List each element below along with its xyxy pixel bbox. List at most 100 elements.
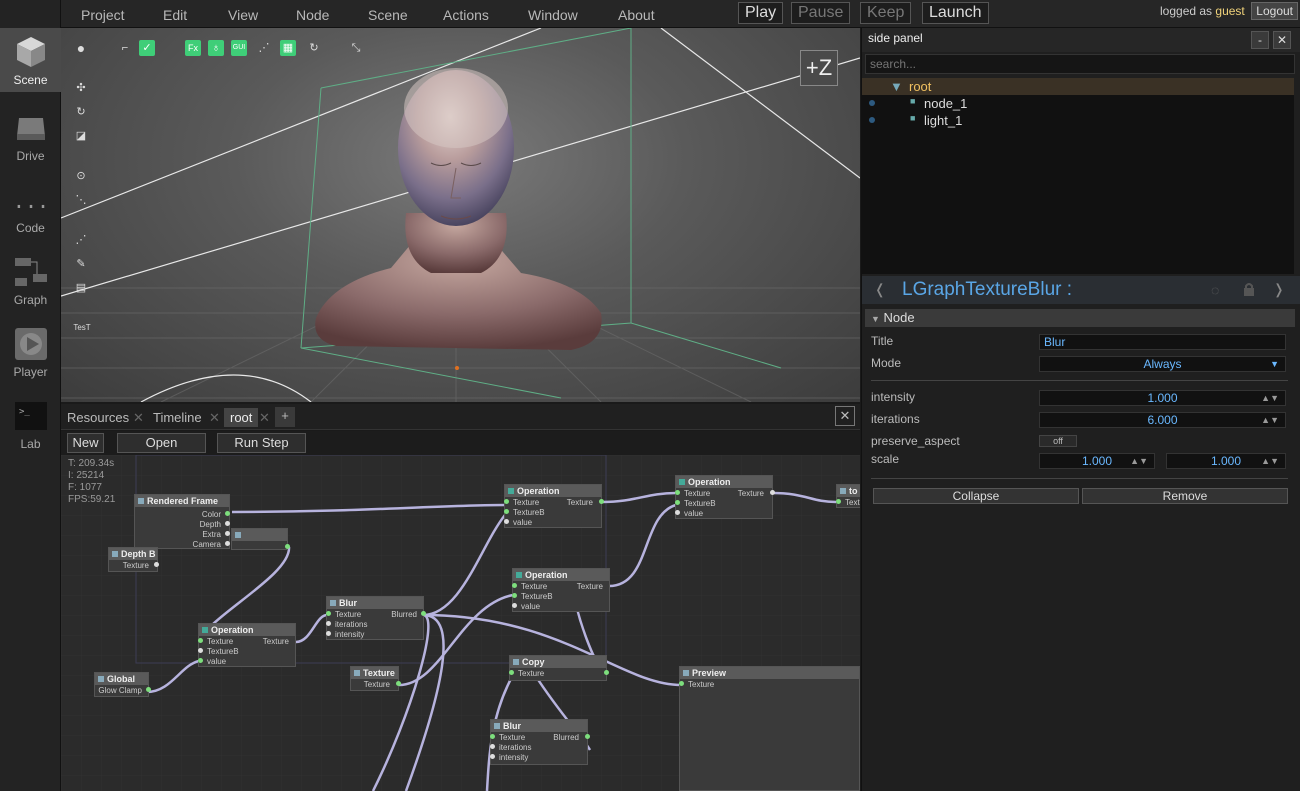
tree-item-node-1[interactable]: ■ node_1 bbox=[862, 95, 1294, 112]
run-step-button[interactable]: Run Step bbox=[217, 433, 306, 453]
graph-node-to[interactable]: to Text bbox=[836, 484, 860, 508]
add-tab-button[interactable]: + bbox=[275, 407, 295, 427]
input-slot-dot[interactable] bbox=[198, 648, 203, 653]
axis-tool-icon[interactable]: ⌐ bbox=[117, 40, 133, 56]
tab-timeline[interactable]: Timeline bbox=[153, 410, 202, 425]
preserve-aspect-toggle[interactable]: off bbox=[1039, 435, 1077, 447]
graph-link-icon[interactable]: ⋰ bbox=[256, 40, 272, 56]
graph-node-operation[interactable]: Operation Texture TextureB value Texture bbox=[198, 623, 296, 667]
gui-toggle-icon[interactable]: GUI bbox=[231, 40, 247, 56]
graph-node-unnamed[interactable] bbox=[231, 528, 290, 550]
output-slot-dot[interactable] bbox=[396, 681, 401, 686]
menu-node[interactable]: Node bbox=[296, 7, 329, 23]
new-button[interactable]: New bbox=[67, 433, 104, 453]
input-slot-dot[interactable] bbox=[490, 754, 495, 759]
graph-node-blur[interactable]: Blur Texture iterations intensity Blurre… bbox=[490, 719, 590, 765]
input-slot-dot[interactable] bbox=[326, 611, 331, 616]
visibility-dot-icon[interactable] bbox=[869, 117, 875, 123]
pause-button[interactable]: Pause bbox=[791, 2, 851, 24]
menu-actions[interactable]: Actions bbox=[443, 7, 489, 23]
graph-node-copy[interactable]: Copy Texture bbox=[509, 655, 609, 681]
prev-arrow-icon[interactable]: ❬ bbox=[874, 281, 886, 298]
close-panel-button[interactable]: ✕ bbox=[835, 406, 855, 426]
nav-scene[interactable]: Scene bbox=[0, 28, 61, 92]
select-tool-icon[interactable]: ● bbox=[73, 40, 89, 56]
remove-button[interactable]: Remove bbox=[1082, 488, 1288, 504]
output-slot-dot[interactable] bbox=[599, 499, 604, 504]
nav-code[interactable]: {...} Code bbox=[0, 176, 61, 240]
tab-resources[interactable]: Resources bbox=[67, 410, 129, 425]
test-tool[interactable]: TesT bbox=[71, 320, 93, 336]
stepper-arrows-icon[interactable]: ▲▼ bbox=[1261, 413, 1279, 427]
input-slot-dot[interactable] bbox=[504, 509, 509, 514]
collapse-icon[interactable]: ⤡ bbox=[348, 40, 364, 56]
menu-about[interactable]: About bbox=[618, 7, 655, 23]
measure-tool-icon[interactable]: ⋰ bbox=[73, 232, 89, 248]
output-slot-dot[interactable] bbox=[604, 670, 609, 675]
stepper-arrows-icon[interactable]: ▲▼ bbox=[1261, 454, 1279, 468]
scale-y-field[interactable]: 1.000 ▲▼ bbox=[1166, 453, 1286, 469]
collapse-button[interactable]: Collapse bbox=[873, 488, 1079, 504]
document-tool-icon[interactable]: ▤ bbox=[73, 280, 89, 296]
menu-window[interactable]: Window bbox=[528, 7, 578, 23]
input-slot-dot[interactable] bbox=[512, 593, 517, 598]
output-slot-dot[interactable] bbox=[285, 544, 290, 549]
rotate-tool-icon[interactable]: ↻ bbox=[73, 104, 89, 120]
launch-button[interactable]: Launch bbox=[922, 2, 989, 24]
graph-node-operation[interactable]: Operation Texture TextureB value Texture bbox=[675, 475, 775, 519]
close-icon[interactable]: ✕ bbox=[259, 410, 270, 426]
output-slot-dot[interactable] bbox=[225, 541, 230, 546]
input-slot-dot[interactable] bbox=[198, 658, 203, 663]
menu-view[interactable]: View bbox=[228, 7, 258, 23]
lock-icon[interactable] bbox=[1243, 282, 1255, 297]
minimize-button[interactable]: - bbox=[1251, 31, 1269, 49]
stepper-arrows-icon[interactable]: ▲▼ bbox=[1261, 391, 1279, 405]
output-slot-dot[interactable] bbox=[585, 734, 590, 739]
scale-tool-icon[interactable]: ◪ bbox=[73, 128, 89, 144]
move-tool-icon[interactable]: ✣ bbox=[73, 80, 89, 96]
input-slot-dot[interactable] bbox=[490, 734, 495, 739]
refresh-icon[interactable]: ↻ bbox=[306, 40, 322, 56]
output-slot-dot[interactable] bbox=[770, 490, 775, 495]
menu-edit[interactable]: Edit bbox=[163, 7, 187, 23]
stepper-arrows-icon[interactable]: ▲▼ bbox=[1130, 454, 1148, 468]
input-slot-dot[interactable] bbox=[675, 510, 680, 515]
input-slot-dot[interactable] bbox=[326, 631, 331, 636]
graph-canvas[interactable]: T: 209.34s I: 25214 F: 1077 FPS:59.21 Re… bbox=[61, 455, 860, 791]
next-arrow-icon[interactable]: ❭ bbox=[1273, 281, 1285, 298]
output-slot-dot[interactable] bbox=[154, 562, 159, 567]
input-slot-dot[interactable] bbox=[326, 621, 331, 626]
output-slot-dot[interactable] bbox=[421, 611, 426, 616]
output-slot-dot[interactable] bbox=[225, 521, 230, 526]
close-button[interactable]: ✕ bbox=[1273, 31, 1291, 49]
close-icon[interactable]: ✕ bbox=[209, 410, 220, 426]
tree-item-root[interactable]: ▼ root bbox=[862, 78, 1294, 95]
light-toggle-icon[interactable]: ♁ bbox=[208, 40, 224, 56]
menu-scene[interactable]: Scene bbox=[368, 7, 408, 23]
input-slot-dot[interactable] bbox=[509, 670, 514, 675]
graph-node-operation[interactable]: Operation Texture TextureB value Texture bbox=[504, 484, 604, 528]
input-slot-dot[interactable] bbox=[675, 490, 680, 495]
input-slot-dot[interactable] bbox=[512, 603, 517, 608]
graph-node-operation[interactable]: Operation Texture TextureB value Texture bbox=[512, 568, 610, 612]
menu-project[interactable]: Project bbox=[81, 7, 125, 23]
scale-x-field[interactable]: 1.000 ▲▼ bbox=[1039, 453, 1155, 469]
input-slot-dot[interactable] bbox=[490, 744, 495, 749]
search-input[interactable] bbox=[865, 54, 1295, 74]
grid-toggle-icon[interactable]: ▦ bbox=[280, 40, 296, 56]
expand-arrow-icon[interactable]: ▼ bbox=[890, 79, 903, 94]
input-slot-dot[interactable] bbox=[512, 583, 517, 588]
gizmo-tool-icon[interactable]: ✓ bbox=[139, 40, 155, 56]
graph-node-rendered-frame[interactable]: Rendered Frame Color Depth Extra Camera bbox=[134, 494, 230, 549]
output-slot-dot[interactable] bbox=[225, 511, 230, 516]
keep-button[interactable]: Keep bbox=[860, 2, 912, 24]
fx-toggle-icon[interactable]: Fx bbox=[185, 40, 201, 56]
play-button[interactable]: Play bbox=[738, 2, 784, 24]
graph-node-preview[interactable]: Preview Texture bbox=[679, 666, 860, 791]
nav-lab[interactable]: >_ Lab bbox=[0, 392, 61, 456]
nav-player[interactable]: Player bbox=[0, 320, 61, 384]
input-slot-dot[interactable] bbox=[504, 499, 509, 504]
graph-node-depth[interactable]: Depth B Texture bbox=[108, 547, 159, 572]
tab-root[interactable]: root bbox=[224, 408, 259, 427]
input-slot-dot[interactable] bbox=[836, 499, 841, 504]
